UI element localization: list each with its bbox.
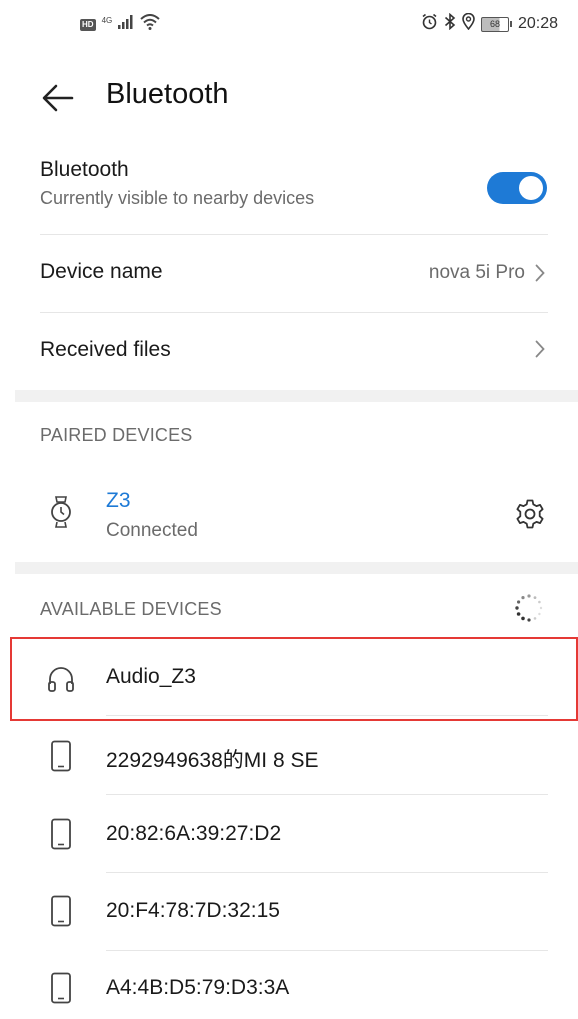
network-type: 4G: [101, 16, 113, 25]
section-separator: [15, 562, 578, 574]
bluetooth-visibility-subtitle: Currently visible to nearby devices: [40, 188, 315, 208]
back-button[interactable]: [38, 78, 78, 118]
chevron-right-icon: [535, 264, 545, 282]
app-header: Bluetooth: [0, 70, 578, 122]
phone-icon: [45, 895, 77, 927]
divider: [106, 794, 548, 795]
chevron-right-icon: [535, 340, 545, 358]
bluetooth-toggle-title: Bluetooth: [40, 158, 129, 181]
switch-knob: [519, 176, 543, 200]
phone-icon: [45, 818, 77, 850]
device-name-value-group[interactable]: nova 5i Pro: [429, 262, 545, 284]
device-settings-button[interactable]: [512, 496, 548, 532]
available-device-name[interactable]: Audio_Z3: [106, 665, 196, 689]
status-bar: HD 4G 68 20:28: [0, 0, 578, 48]
battery-level: 68: [480, 16, 509, 32]
bluetooth-switch[interactable]: [487, 172, 547, 204]
divider: [40, 234, 548, 235]
received-files-label: Received files: [40, 338, 171, 361]
status-right: 68 20:28: [421, 12, 558, 35]
page-title: Bluetooth: [106, 78, 229, 110]
battery-icon: 68: [480, 16, 512, 32]
phone-icon: [45, 740, 77, 772]
divider: [106, 950, 548, 951]
watch-icon: [45, 496, 77, 528]
signal-icon: [118, 15, 134, 34]
available-device-name[interactable]: 20:F4:78:7D:32:15: [106, 899, 280, 923]
divider: [40, 312, 548, 313]
gear-icon: [516, 499, 544, 529]
paired-device-status: Connected: [106, 520, 198, 541]
back-arrow-icon: [42, 84, 74, 112]
received-files-chevron[interactable]: [535, 340, 545, 358]
clock-time: 20:28: [517, 15, 558, 32]
bluetooth-status-icon: [444, 12, 456, 35]
available-device-name[interactable]: 20:82:6A:39:27:D2: [106, 822, 281, 846]
alarm-icon: [421, 13, 438, 35]
hd-badge: HD: [80, 18, 96, 31]
status-left: HD 4G: [80, 14, 160, 35]
available-device-name[interactable]: A4:4B:D5:79:D3:3A: [106, 976, 289, 1000]
divider: [106, 872, 548, 873]
section-separator: [15, 390, 578, 402]
bluetooth-toggle-row[interactable]: Bluetooth Currently visible to nearby de…: [40, 158, 548, 209]
available-device-name[interactable]: 2292949638的MI 8 SE: [106, 744, 318, 774]
device-name-value: nova 5i Pro: [428, 262, 525, 283]
headphones-icon: [45, 663, 77, 695]
loading-spinner-icon: [514, 593, 544, 623]
paired-device-name[interactable]: Z3: [106, 489, 131, 513]
available-devices-header: AVAILABLE DEVICES: [40, 599, 222, 619]
wifi-icon: [140, 14, 160, 35]
paired-devices-header: PAIRED DEVICES: [40, 425, 193, 445]
highlight-box: [10, 637, 578, 721]
received-files-row[interactable]: Received files: [40, 338, 548, 362]
divider: [106, 715, 548, 716]
phone-icon: [45, 972, 77, 1004]
location-icon: [462, 12, 475, 35]
